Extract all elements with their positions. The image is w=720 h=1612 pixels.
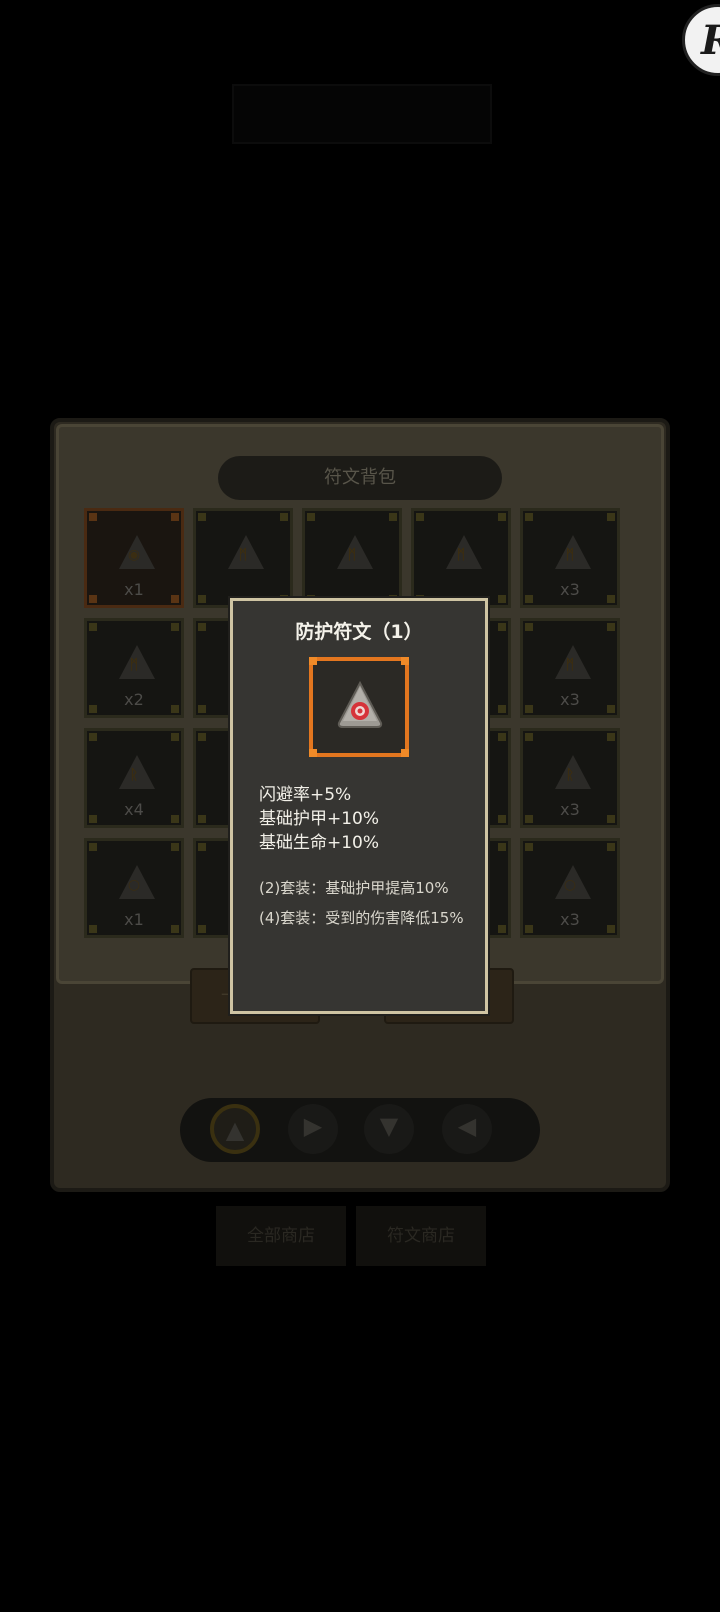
rune-count: x3 [560,800,580,819]
set-bonus-2: (2)套装：基础护甲提高10% [259,879,449,897]
tab-down-rune[interactable]: ▼ [364,1104,414,1154]
tab-up-rune[interactable]: ▲ [210,1104,260,1154]
rune-slot[interactable]: ᛗ x3 [520,618,620,718]
rune-slot[interactable]: ᛗ [193,508,293,608]
triangle-left-icon: ◀ [457,1112,477,1140]
rune-glyph: ᛗ [238,547,248,563]
rune-slot[interactable]: ◉ x1 [84,508,184,608]
stat-line: 基础生命+10% [259,833,380,853]
triangle-right-icon: ▶ [303,1112,323,1140]
tab-right-rune[interactable]: ▶ [288,1104,338,1154]
corner-logo: R [682,4,720,76]
rune-glyph: ᛗ [565,547,575,563]
popup-title: 防护符文（1） [295,621,423,643]
rune-glyph: ᛗ [129,657,139,673]
defense-rune-icon [337,681,383,728]
rune-count: x1 [124,580,144,599]
rune-preview [309,657,409,757]
rune-slot[interactable]: ᚱ x4 [84,728,184,828]
rune-stats: 闪避率+5% 基础护甲+10% 基础生命+10% [259,783,379,855]
rune-glyph: ᛗ [347,547,357,563]
rune-count: x1 [124,910,144,929]
rune-count: x2 [124,690,144,709]
rune-detail-popup[interactable]: 防护符文（1） 闪避率+5% 基础护甲+10% 基础生命+10% (2)套装：基… [230,598,488,1014]
triangle-down-icon: ▼ [379,1112,399,1140]
rune-count: x4 [124,800,144,819]
all-shop-button[interactable]: 全部商店 [216,1206,346,1266]
dimmed-title-frame [232,84,492,144]
rune-slot[interactable]: ᛗ x2 [84,618,184,718]
rune-slot[interactable]: ᛗ [302,508,402,608]
rune-slot[interactable]: ○ x3 [520,838,620,938]
rune-glyph: ○ [563,877,577,893]
rune-glyph: ◉ [127,547,141,563]
rune-slot[interactable]: ○ x1 [84,838,184,938]
set-bonus-4: (4)套装：受到的伤害降低15% [259,909,464,927]
stat-line: 闪避率+5% [259,785,352,805]
rune-count: x3 [560,910,580,929]
rune-glyph: ᚱ [129,767,139,783]
rune-slot[interactable]: ᚱ x3 [520,728,620,828]
rune-count: x3 [560,690,580,709]
triangle-up-icon: ▲ [225,1116,245,1144]
stat-line: 基础护甲+10% [259,809,380,829]
rune-shop-button[interactable]: 符文商店 [356,1206,486,1266]
rune-slot[interactable]: ᛗ [411,508,511,608]
rune-glyph: ○ [127,877,141,893]
rune-count: x3 [560,580,580,599]
rune-slot[interactable]: ᛗ x3 [520,508,620,608]
tab-left-rune[interactable]: ◀ [442,1104,492,1154]
rune-glyph: ᛗ [565,657,575,673]
rune-bag-title: 符文背包 [218,456,502,500]
rune-glyph: ᛗ [456,547,466,563]
set-bonuses: (2)套装：基础护甲提高10% (4)套装：受到的伤害降低15% [259,877,469,937]
rune-glyph: ᚱ [565,767,575,783]
